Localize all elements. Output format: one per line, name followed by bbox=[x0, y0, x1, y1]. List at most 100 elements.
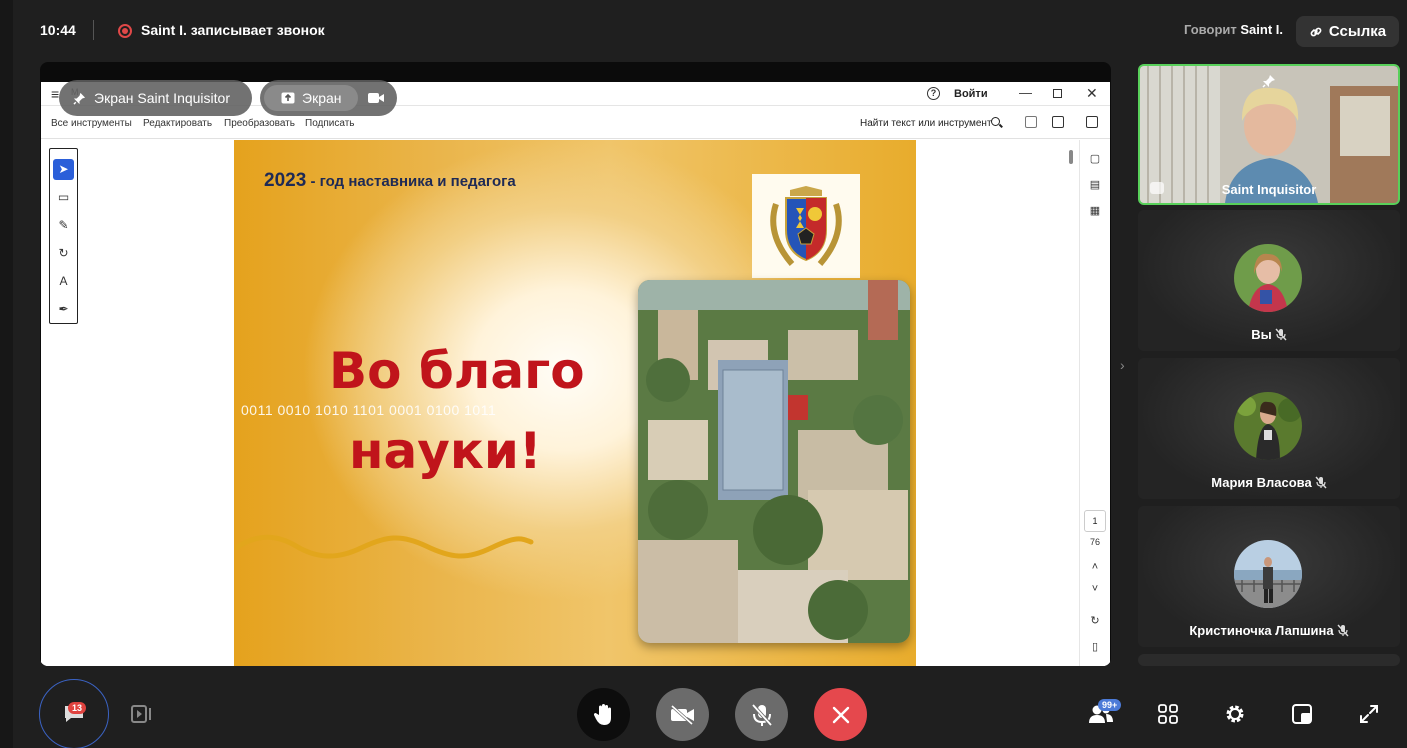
grid-layout-icon[interactable] bbox=[1158, 704, 1178, 724]
chat-button[interactable]: 13 bbox=[39, 679, 109, 748]
comments-icon[interactable]: ▢ bbox=[1088, 152, 1102, 166]
avatar bbox=[1234, 244, 1302, 312]
chevron-up-icon[interactable]: ˄ bbox=[1088, 560, 1102, 574]
maximize-icon[interactable] bbox=[1053, 89, 1062, 98]
slide-title-line2: науки! bbox=[349, 422, 542, 480]
pdf-document-area: ➤ ▭ ✎ ↻ A ✒ 2023 - год наставника и педа… bbox=[41, 140, 1110, 666]
menu-all-tools[interactable]: Все инструменты bbox=[51, 118, 132, 129]
tool-panel: ➤ ▭ ✎ ↻ A ✒ bbox=[49, 148, 78, 324]
comment-tool-icon[interactable]: ▭ bbox=[53, 187, 74, 208]
minimize-icon[interactable]: — bbox=[1019, 85, 1032, 100]
camera-view-icon[interactable] bbox=[368, 92, 384, 104]
media-panel-icon[interactable] bbox=[131, 704, 153, 724]
recording-status: Saint I. записывает звонок bbox=[141, 22, 325, 38]
draw-tool-icon[interactable]: ↻ bbox=[53, 243, 74, 264]
find-tool-label[interactable]: Найти текст или инструмент bbox=[860, 118, 992, 129]
slide-binary-text: 0011 0010 1010 1101 0001 0100 1011 bbox=[241, 402, 497, 418]
presentation-slide: 2023 - год наставника и педагога 0011 00… bbox=[234, 140, 916, 666]
rotate-icon[interactable]: ↻ bbox=[1088, 614, 1102, 628]
screen-owner-pill[interactable]: Экран Saint Inquisitor bbox=[59, 80, 252, 116]
participant-name: Saint Inquisitor bbox=[1221, 182, 1317, 197]
participant-name-row: Вы bbox=[1138, 327, 1400, 342]
call-time: 10:44 bbox=[40, 22, 76, 38]
mic-off-icon bbox=[1315, 476, 1327, 489]
chevron-right-icon[interactable]: › bbox=[1120, 357, 1125, 373]
avatar bbox=[1234, 540, 1302, 608]
copy-link-label: Ссылка bbox=[1328, 23, 1387, 40]
file-icon[interactable]: ▯ bbox=[1088, 640, 1102, 654]
page-number-input[interactable]: 1 bbox=[1084, 510, 1106, 532]
pin-icon[interactable] bbox=[1262, 74, 1276, 88]
university-emblem bbox=[752, 174, 860, 278]
participant-name: Кристиночка Лапшина bbox=[1189, 623, 1334, 638]
window-edge bbox=[0, 0, 13, 748]
microphone-toggle-button[interactable] bbox=[735, 688, 788, 741]
text-tool-icon[interactable]: A bbox=[53, 271, 74, 292]
hamburger-menu-icon[interactable]: ≡ bbox=[51, 86, 59, 102]
page-total: 76 bbox=[1089, 537, 1100, 547]
slide-year-suffix: - год наставника и педагога bbox=[306, 173, 516, 190]
mail-icon[interactable] bbox=[1086, 116, 1098, 128]
participant-name: Вы bbox=[1251, 327, 1272, 342]
help-icon[interactable]: ? bbox=[927, 87, 940, 100]
menu-sign[interactable]: Подписать bbox=[305, 118, 355, 129]
pin-icon bbox=[73, 92, 86, 105]
participant-name-row: Мария Власова bbox=[1138, 475, 1400, 490]
recording-icon bbox=[118, 24, 132, 38]
print-icon[interactable] bbox=[1052, 116, 1064, 128]
copy-link-button[interactable]: Ссылка bbox=[1296, 16, 1399, 47]
participant-name: Мария Власова bbox=[1211, 475, 1312, 490]
slide-year-heading: 2023 - год наставника и педагога bbox=[264, 170, 516, 192]
hand-icon bbox=[593, 703, 611, 725]
link-icon bbox=[1310, 27, 1322, 36]
thumbnails-icon[interactable]: ▦ bbox=[1088, 204, 1102, 218]
participant-tile-saint-inquisitor[interactable]: Saint Inquisitor bbox=[1138, 64, 1400, 205]
active-speaker: Говорит Saint I. bbox=[1184, 22, 1283, 37]
chevron-down-icon[interactable]: ˅ bbox=[1088, 582, 1102, 596]
avatar bbox=[1234, 392, 1302, 460]
menu-edit[interactable]: Редактировать bbox=[143, 118, 212, 129]
camera-toggle-button[interactable] bbox=[656, 688, 709, 741]
participants-count-badge: 99+ bbox=[1098, 699, 1122, 711]
sign-tool-icon[interactable]: ✒ bbox=[53, 299, 74, 320]
screen-share-view[interactable]: ≡ M ? Войти — ✕ Все инструменты Редактир… bbox=[40, 62, 1111, 666]
video-call-app: 10:44 Saint I. записывает звонок Говорит… bbox=[0, 0, 1407, 748]
mic-off-icon bbox=[1275, 328, 1287, 341]
menu-convert[interactable]: Преобразовать bbox=[224, 118, 295, 129]
participant-tile-self[interactable]: Вы bbox=[1138, 210, 1400, 351]
screen-share-icon bbox=[281, 92, 295, 104]
slide-year: 2023 bbox=[264, 170, 307, 191]
mic-off-icon bbox=[751, 703, 772, 726]
decorative-wave bbox=[236, 534, 534, 559]
save-icon[interactable] bbox=[1025, 116, 1037, 128]
close-icon bbox=[832, 706, 849, 723]
raise-hand-button[interactable] bbox=[577, 688, 630, 741]
gear-icon[interactable] bbox=[1224, 703, 1246, 725]
search-icon[interactable] bbox=[991, 117, 1000, 126]
highlight-tool-icon[interactable]: ✎ bbox=[53, 215, 74, 236]
screen-owner-label: Экран Saint Inquisitor bbox=[94, 90, 230, 106]
participant-tile-kristina[interactable]: Кристиночка Лапшина bbox=[1138, 506, 1400, 647]
speaking-prefix: Говорит bbox=[1184, 22, 1237, 37]
view-toggle-pill: Экран bbox=[260, 80, 397, 116]
login-button[interactable]: Войти bbox=[954, 88, 988, 100]
speaking-name: Saint I. bbox=[1240, 22, 1283, 37]
pdf-viewer-window: ≡ M ? Войти — ✕ Все инструменты Редактир… bbox=[41, 82, 1110, 666]
leave-call-button[interactable] bbox=[814, 688, 867, 741]
university-building-photo bbox=[638, 280, 910, 643]
participant-tile-maria[interactable]: Мария Власова bbox=[1138, 358, 1400, 499]
vertical-scrollbar[interactable] bbox=[1069, 150, 1073, 164]
select-tool-icon[interactable]: ➤ bbox=[53, 159, 74, 180]
fullscreen-icon[interactable] bbox=[1359, 704, 1379, 724]
chat-unread-badge: 13 bbox=[68, 702, 87, 714]
picture-in-picture-icon[interactable] bbox=[1292, 704, 1312, 724]
screen-view-toggle[interactable]: Экран bbox=[264, 85, 358, 111]
camera-off-icon bbox=[670, 704, 694, 725]
top-bar: 10:44 Saint I. записывает звонок Говорит… bbox=[0, 0, 1407, 62]
bookmark-icon[interactable]: ▤ bbox=[1088, 178, 1102, 192]
mic-off-icon bbox=[1337, 624, 1349, 637]
divider bbox=[93, 20, 94, 40]
participant-name-row: Кристиночка Лапшина bbox=[1138, 623, 1400, 638]
close-icon[interactable]: ✕ bbox=[1086, 85, 1098, 102]
participant-tile-partial[interactable] bbox=[1138, 654, 1400, 666]
